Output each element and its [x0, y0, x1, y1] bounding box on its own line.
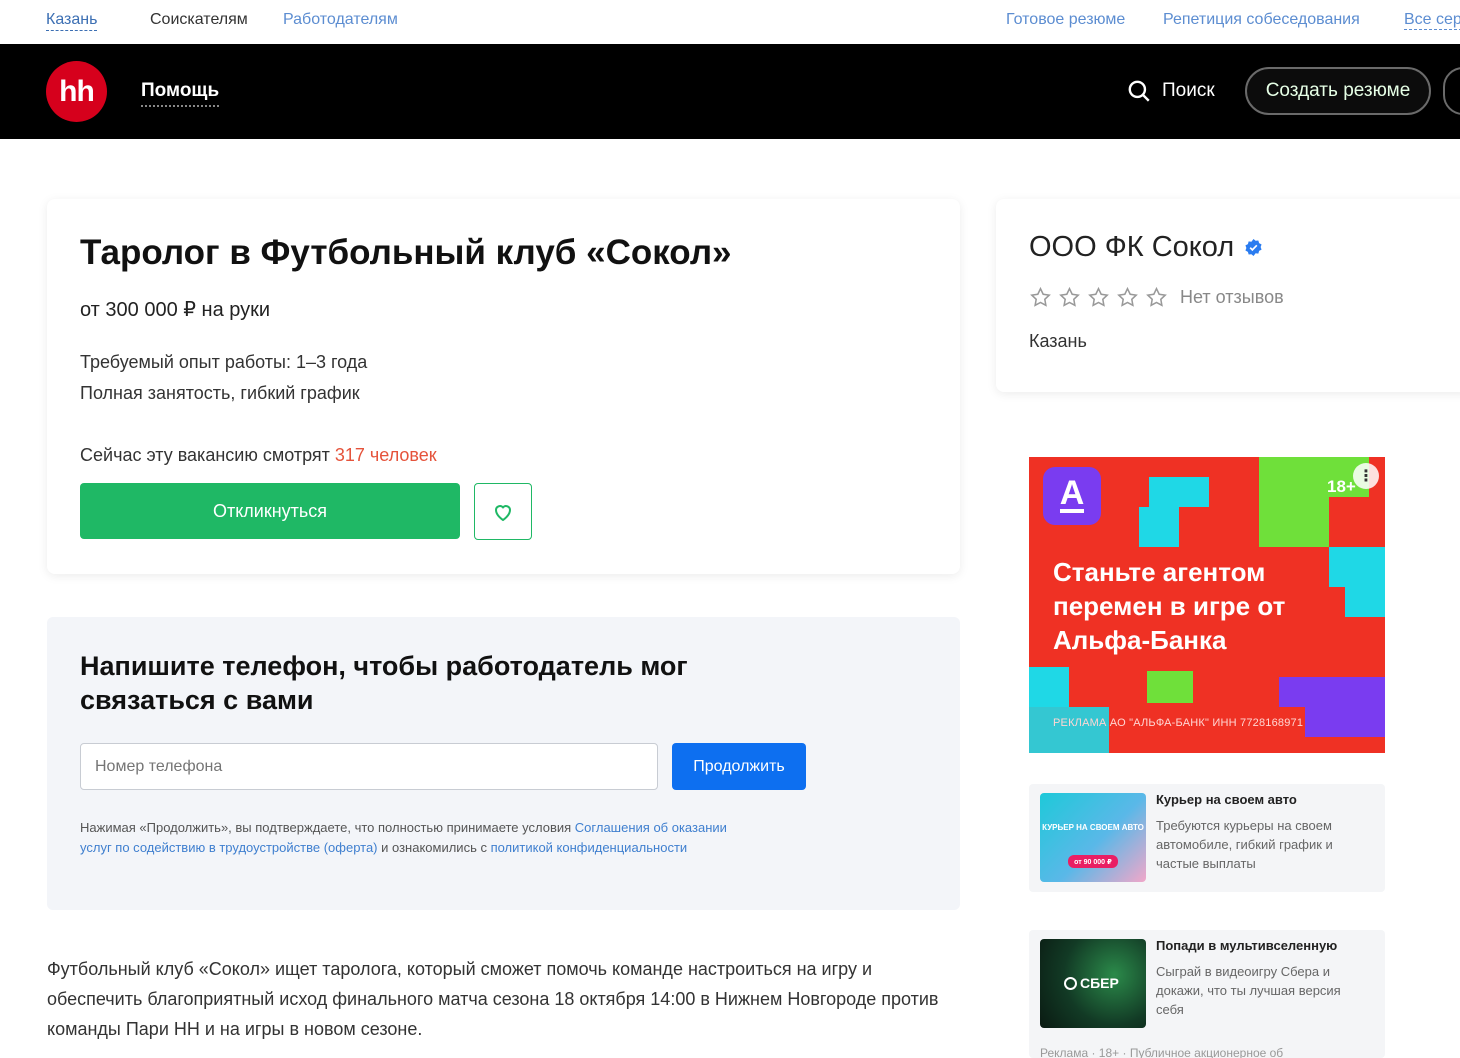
alfa-logo: А	[1043, 467, 1101, 525]
thumb-text: КУРЬЕР НА СВОЕМ АВТО	[1042, 823, 1144, 832]
alfa-logo-letter: А	[1059, 474, 1085, 512]
vacancy-salary: от 300 000 ₽ на руки	[80, 299, 271, 321]
vacancy-description: Футбольный клуб «Сокол» ищет таролога, к…	[47, 959, 939, 1039]
heart-icon	[494, 504, 512, 521]
main-header: hh Помощь Поиск Создать резюме	[0, 44, 1460, 139]
ad-courier-thumbnail: КУРЬЕР НА СВОЕМ АВТО от 90 000 ₽	[1040, 793, 1146, 882]
banner-headline: Станьте агентом перемен в игре от Альфа-…	[1053, 557, 1286, 655]
apply-button[interactable]: Откликнуться	[80, 483, 460, 539]
top-utility-bar: Казань Соискателям Работодателям Готовое…	[0, 0, 1460, 44]
terms-part-2: и ознакомились с	[377, 840, 491, 855]
ad-footer: Реклама · 18+ · Публичное акционерное об	[1040, 1046, 1284, 1058]
city-selector[interactable]: Казань	[46, 11, 98, 31]
ad-text: Сыграй в видеоигру Сбера и докажи, что т…	[1156, 964, 1341, 1017]
search-label: Поиск	[1162, 80, 1215, 101]
company-city: Казань	[1029, 331, 1087, 351]
header-extra-button[interactable]	[1443, 67, 1460, 115]
phone-block-title: Напишите телефон, чтобы работодатель мог…	[80, 651, 688, 715]
ad-title[interactable]: Курьер на своем авто	[1156, 792, 1297, 807]
help-link[interactable]: Помощь	[141, 80, 220, 107]
company-card: ООО ФК Сокол Нет отзывов Казань	[996, 199, 1460, 392]
favorite-button[interactable]	[474, 483, 532, 540]
star-icon	[1146, 286, 1167, 307]
no-reviews-label: Нет отзывов	[1180, 287, 1284, 307]
all-services-link[interactable]: Все сер	[1404, 11, 1460, 30]
star-icon	[1030, 286, 1051, 307]
seekers-link[interactable]: Соискателям	[150, 11, 248, 29]
search-button[interactable]: Поиск	[1126, 78, 1215, 104]
terms-text: Нажимая «Продолжить», вы подтверждаете, …	[80, 818, 760, 858]
vacancy-employment: Полная занятость, гибкий график	[80, 383, 360, 403]
ad-title[interactable]: Попади в мультивселенную	[1156, 938, 1337, 953]
thumb-price: от 90 000 ₽	[1068, 855, 1118, 868]
company-name-row[interactable]: ООО ФК Сокол	[1029, 231, 1263, 264]
phone-request-block: Напишите телефон, чтобы работодатель мог…	[47, 617, 960, 910]
vacancy-card: Таролог в Футбольный клуб «Сокол» от 300…	[47, 199, 960, 574]
phone-input[interactable]	[80, 743, 658, 790]
more-options-icon[interactable]: ⋮	[1353, 463, 1379, 489]
watching-count: 317 человек	[334, 445, 437, 465]
rating-stars[interactable]: Нет отзывов	[1029, 286, 1284, 309]
age-rating: 18+	[1327, 477, 1356, 496]
company-name[interactable]: ООО ФК Сокол	[1029, 231, 1234, 264]
sber-logo-text: СБЕР	[1080, 975, 1119, 991]
vacancy-title: Таролог в Футбольный клуб «Сокол»	[80, 233, 732, 272]
privacy-policy-link[interactable]: политикой конфиденциальности	[491, 840, 688, 855]
create-resume-button[interactable]: Создать резюме	[1245, 67, 1431, 115]
verified-icon	[1245, 238, 1262, 257]
watching-now: Сейчас эту вакансию смотрят 317 человек	[80, 445, 437, 466]
ad-text: Требуются курьеры на своем автомобиле, г…	[1156, 818, 1333, 871]
search-icon	[1128, 80, 1150, 102]
star-icon	[1088, 286, 1109, 307]
watching-prefix: Сейчас эту вакансию смотрят	[80, 445, 335, 465]
interview-practice-link[interactable]: Репетиция собеседования	[1163, 11, 1360, 29]
continue-button[interactable]: Продолжить	[672, 743, 806, 790]
ad-sber-thumbnail: СБЕР	[1040, 939, 1146, 1028]
sber-ring-icon	[1064, 976, 1077, 990]
alfa-bank-banner[interactable]: А 18+ ⋮ Станьте агентом перемен в игре о…	[1029, 457, 1385, 753]
star-icon	[1117, 286, 1138, 307]
ad-courier[interactable]: КУРЬЕР НА СВОЕМ АВТО от 90 000 ₽ Курьер …	[1029, 784, 1385, 892]
employers-link[interactable]: Работодателям	[283, 11, 398, 29]
vacancy-experience: Требуемый опыт работы: 1–3 года	[80, 352, 368, 372]
ad-sber[interactable]: СБЕР Попади в мультивселенную Сыграй в в…	[1029, 930, 1385, 1058]
sber-logo: СБЕР	[1064, 975, 1119, 991]
hh-logo[interactable]: hh	[46, 61, 107, 122]
terms-part-1: Нажимая «Продолжить», вы подтверждаете, …	[80, 820, 575, 835]
star-icon	[1059, 286, 1080, 307]
banner-legal-text: РЕКЛАМА АО "АЛЬФА-БАНК" ИНН 7728168971	[1053, 717, 1304, 729]
ready-resume-link[interactable]: Готовое резюме	[1006, 11, 1125, 29]
